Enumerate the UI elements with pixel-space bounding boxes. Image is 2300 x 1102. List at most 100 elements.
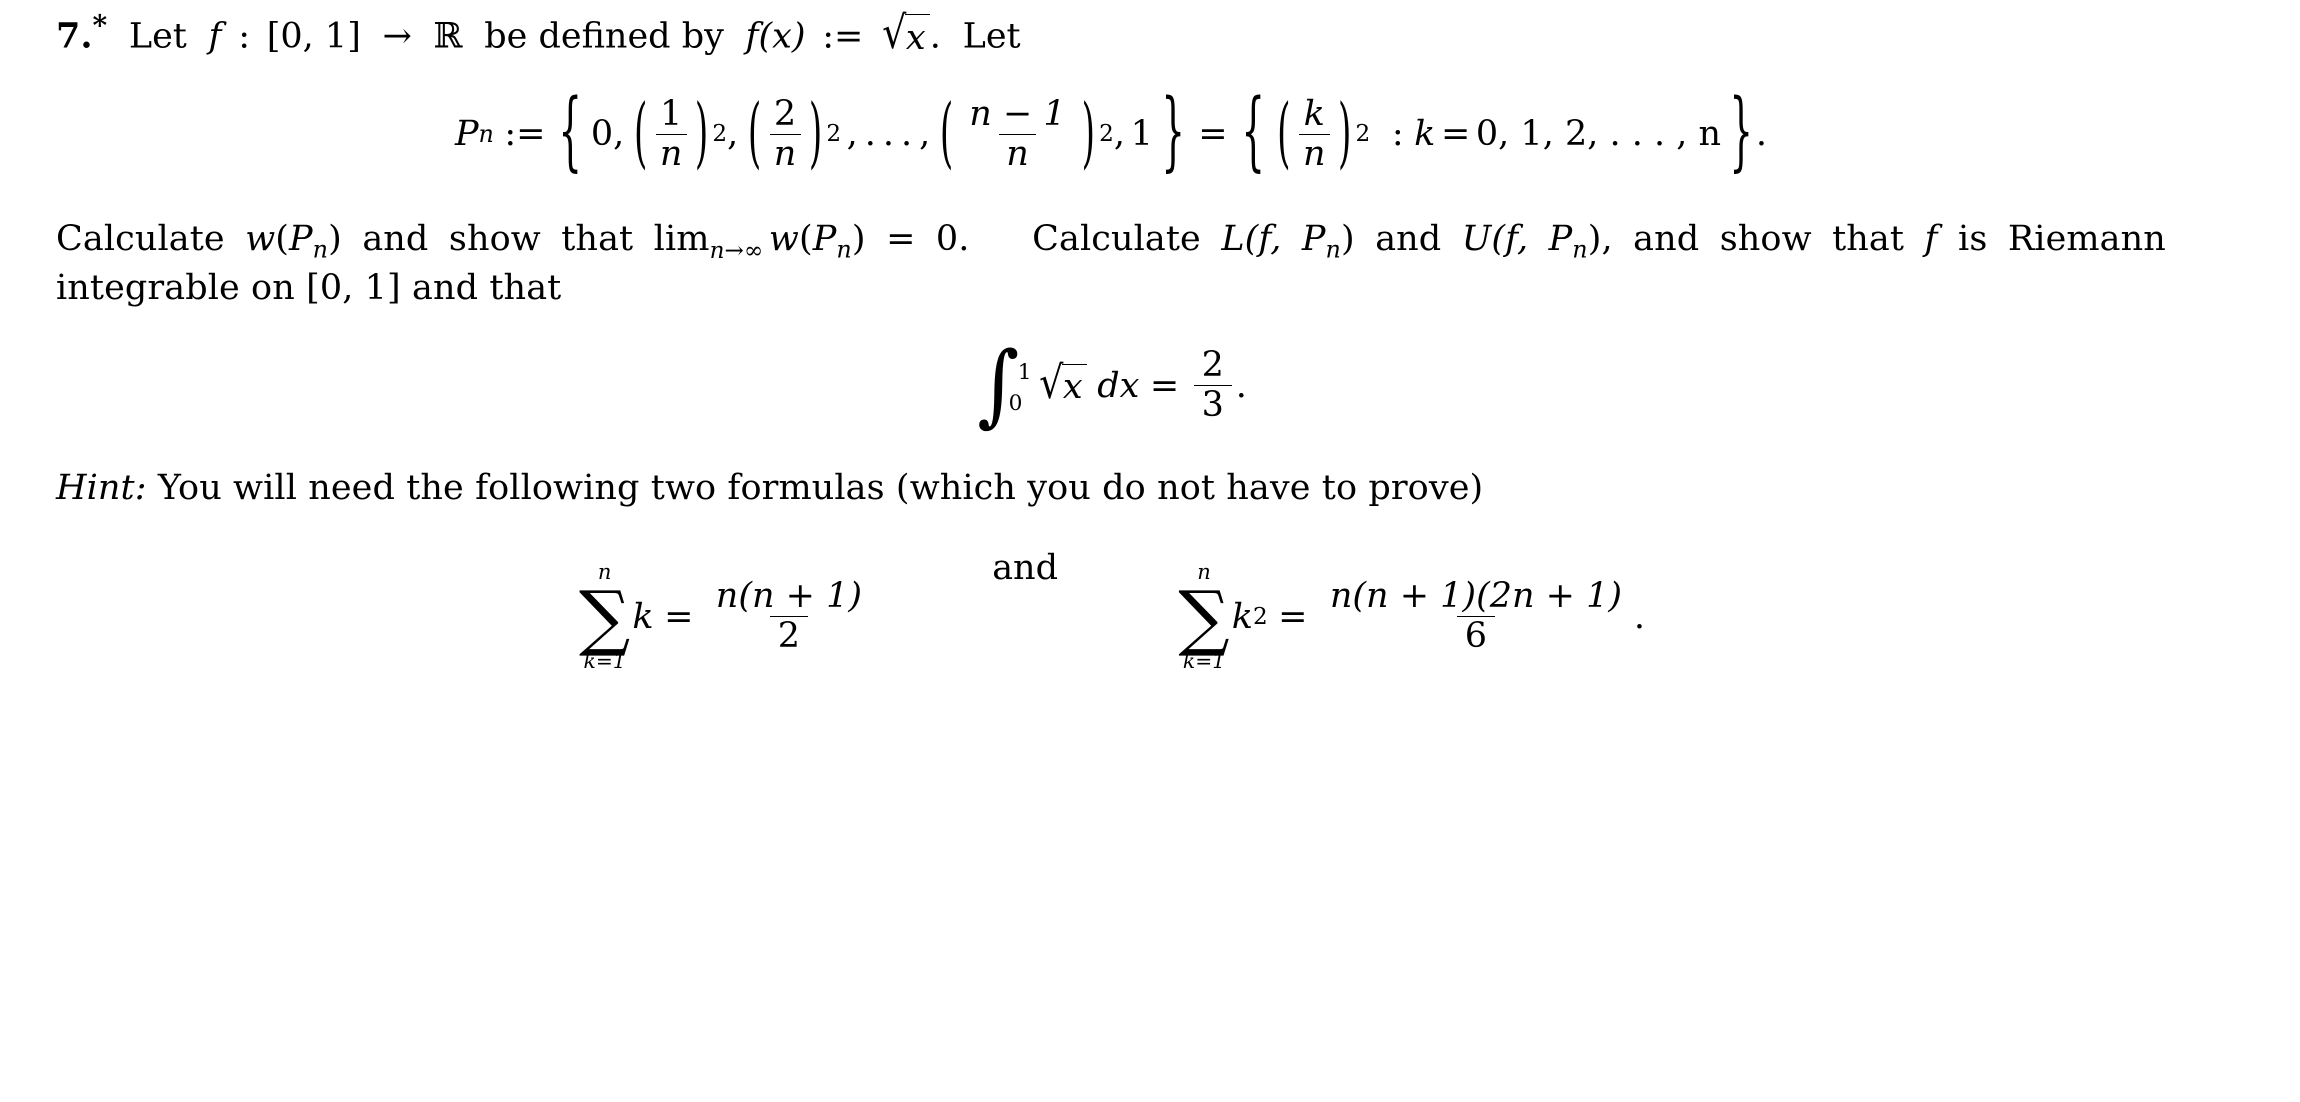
and-show-that-text: and show that xyxy=(362,218,634,259)
partition-definition-equation: Pn := { 0, ( 1 n ) 2, ( 2 n) 2 , . . . … xyxy=(56,88,2166,179)
item-footnote-marker: * xyxy=(92,9,108,42)
summand-exponent: 2 xyxy=(1252,603,1268,630)
partition-subscript: n xyxy=(836,235,852,264)
sigma-icon: ∑ xyxy=(1178,574,1230,659)
differential-dx: dx xyxy=(1097,365,1140,406)
calculate-word-2: Calculate xyxy=(1032,218,1201,259)
integral-upper-limit: 1 xyxy=(1017,360,1032,386)
fraction-numerator: n(n + 1)(2n + 1) xyxy=(1329,576,1623,616)
sigma-icon: ∑ xyxy=(579,574,631,659)
limit-operator: lim xyxy=(653,218,710,259)
close-paren: ) xyxy=(851,218,866,259)
integral-equation: ∫ 1 0 √ x dx = 2 3 . xyxy=(56,340,2166,430)
setbuilder-open-brace: { xyxy=(1240,83,1265,182)
defined-as-operator: := xyxy=(822,16,864,57)
such-that-colon: : xyxy=(1391,114,1404,155)
radical-icon: √ xyxy=(882,5,907,59)
equals-operator: = xyxy=(1149,365,1180,406)
summation-formulas: n ∑ k=1 k = n(n + 1) 2 and n ∑ k=1 k 2 =… xyxy=(56,548,2166,672)
fraction-1-over-n: 1 n xyxy=(655,93,687,173)
upper-sum-args-subscript: n xyxy=(1572,235,1588,264)
hint-text: You will need the following two formulas… xyxy=(157,468,1484,509)
maps-to-arrow-icon: → xyxy=(382,16,412,57)
equation-period: . xyxy=(1235,365,1247,406)
definite-integral: ∫ 1 0 xyxy=(975,340,1032,430)
partition-symbol: P xyxy=(289,218,313,259)
sqrt-x-expression: √ x xyxy=(1037,356,1087,410)
integral-limits: 1 0 xyxy=(1009,360,1032,416)
summand-k: k xyxy=(632,596,654,637)
close-paren-term2: ) xyxy=(808,88,823,179)
fraction-k-over-n: k n xyxy=(1298,93,1330,173)
item-number: 7. xyxy=(56,15,93,57)
partition-subscript: n xyxy=(478,120,494,149)
and-that-text: and that xyxy=(412,267,562,308)
document-page: 7.* Let f : [0, 1] → ℝ be defined by f(x… xyxy=(0,0,2300,1102)
index-variable-k: k xyxy=(1414,114,1436,155)
equals-operator: = xyxy=(1278,596,1308,637)
exponent-term3: 2 xyxy=(1099,121,1114,148)
task-paragraph: Calculate w(Pn) and show that limn→∞ w(Pn… xyxy=(56,217,2166,311)
close-paren: ) xyxy=(328,218,342,259)
radicand: x xyxy=(905,13,930,62)
unit-interval: [0, 1] xyxy=(306,267,401,308)
function-symbol-f: f xyxy=(208,16,222,57)
fraction-2-over-n: 2 n xyxy=(769,95,801,173)
partition-symbol: P xyxy=(812,218,837,259)
partition-assign-operator: := xyxy=(504,114,546,155)
lower-sum-symbol: L xyxy=(1221,218,1245,259)
exercise-intro-line: 7.* Let f : [0, 1] → ℝ be defined by f(x… xyxy=(56,8,2166,62)
exponent-term1: 2 xyxy=(712,121,728,148)
open-paren-term2: ( xyxy=(747,88,762,179)
partition-element-one: 1 xyxy=(1130,114,1153,155)
index-equals-operator: = xyxy=(1440,114,1471,155)
domain-interval: [0, 1] xyxy=(266,16,361,57)
summation-operator-2: n ∑ k=1 xyxy=(1178,561,1230,674)
and-word: and xyxy=(1375,218,1442,259)
fraction-denominator: n xyxy=(769,133,801,173)
set-open-brace: { xyxy=(558,83,583,182)
fraction-two-thirds: 2 3 xyxy=(1193,347,1232,424)
radical-icon: √ xyxy=(1039,356,1064,410)
lower-sum-args: (f, P xyxy=(1244,218,1326,259)
ellipsis-partition: , . . . , xyxy=(846,114,931,155)
fraction-n-n-plus-1-over-2: n(n + 1) 2 xyxy=(708,576,870,655)
fraction-numerator: k xyxy=(1303,93,1325,134)
summation-operator-1: n ∑ k=1 xyxy=(579,561,631,674)
open-paren-term1: ( xyxy=(633,88,648,179)
partition-symbol: P xyxy=(454,114,479,155)
function-symbol-f: f xyxy=(1924,218,1938,259)
equation-period: . xyxy=(1633,596,1646,637)
intro-be-defined-by: be defined by xyxy=(484,16,724,57)
close-paren-comma: ), xyxy=(1587,218,1613,259)
formula-two-row: n ∑ k=1 k2 = n(n + 1)(2n + 1) 6 . xyxy=(1176,561,1646,674)
radicand: x xyxy=(1062,364,1087,407)
comma-2: , xyxy=(727,114,739,155)
fraction-denominator: 2 xyxy=(770,616,808,655)
exponent-term2: 2 xyxy=(826,121,842,148)
codomain-symbol: ℝ xyxy=(433,16,463,57)
integral-lower-limit: 0 xyxy=(1008,391,1023,417)
fraction-numerator: n(n + 1) xyxy=(715,576,863,616)
close-paren-k-over-n: ) xyxy=(1337,88,1352,179)
exercise-body: 7.* Let f : [0, 1] → ℝ be defined by f(x… xyxy=(56,8,2166,671)
fraction-numerator: 1 xyxy=(659,93,683,134)
sum-lower-limit: k=1 xyxy=(1182,649,1226,674)
sum-lower-limit: k=1 xyxy=(583,649,626,674)
fraction-denominator: 3 xyxy=(1193,385,1232,424)
and-show-text: and show xyxy=(1633,218,1812,259)
upper-sum-args: (f, P xyxy=(1491,218,1573,259)
limit-subscript: n→∞ xyxy=(709,237,764,264)
summand-k: k xyxy=(1231,596,1253,637)
open-paren: ( xyxy=(275,218,290,259)
calculate-word-1: Calculate xyxy=(56,218,225,259)
partition-subscript: n xyxy=(312,235,329,264)
f-of-x: f(x) xyxy=(745,16,806,57)
set-close-brace: } xyxy=(1161,83,1185,182)
hint-line: Hint: You will need the following two fo… xyxy=(56,466,2166,512)
fraction-denominator: n xyxy=(998,133,1037,173)
partition-element-zero: 0 xyxy=(590,114,614,155)
sqrt-x-expression: √ x xyxy=(880,5,930,62)
open-paren: ( xyxy=(798,218,813,259)
fraction-n-n-plus-1-2n-plus-1-over-6: n(n + 1)(2n + 1) 6 xyxy=(1322,576,1630,655)
